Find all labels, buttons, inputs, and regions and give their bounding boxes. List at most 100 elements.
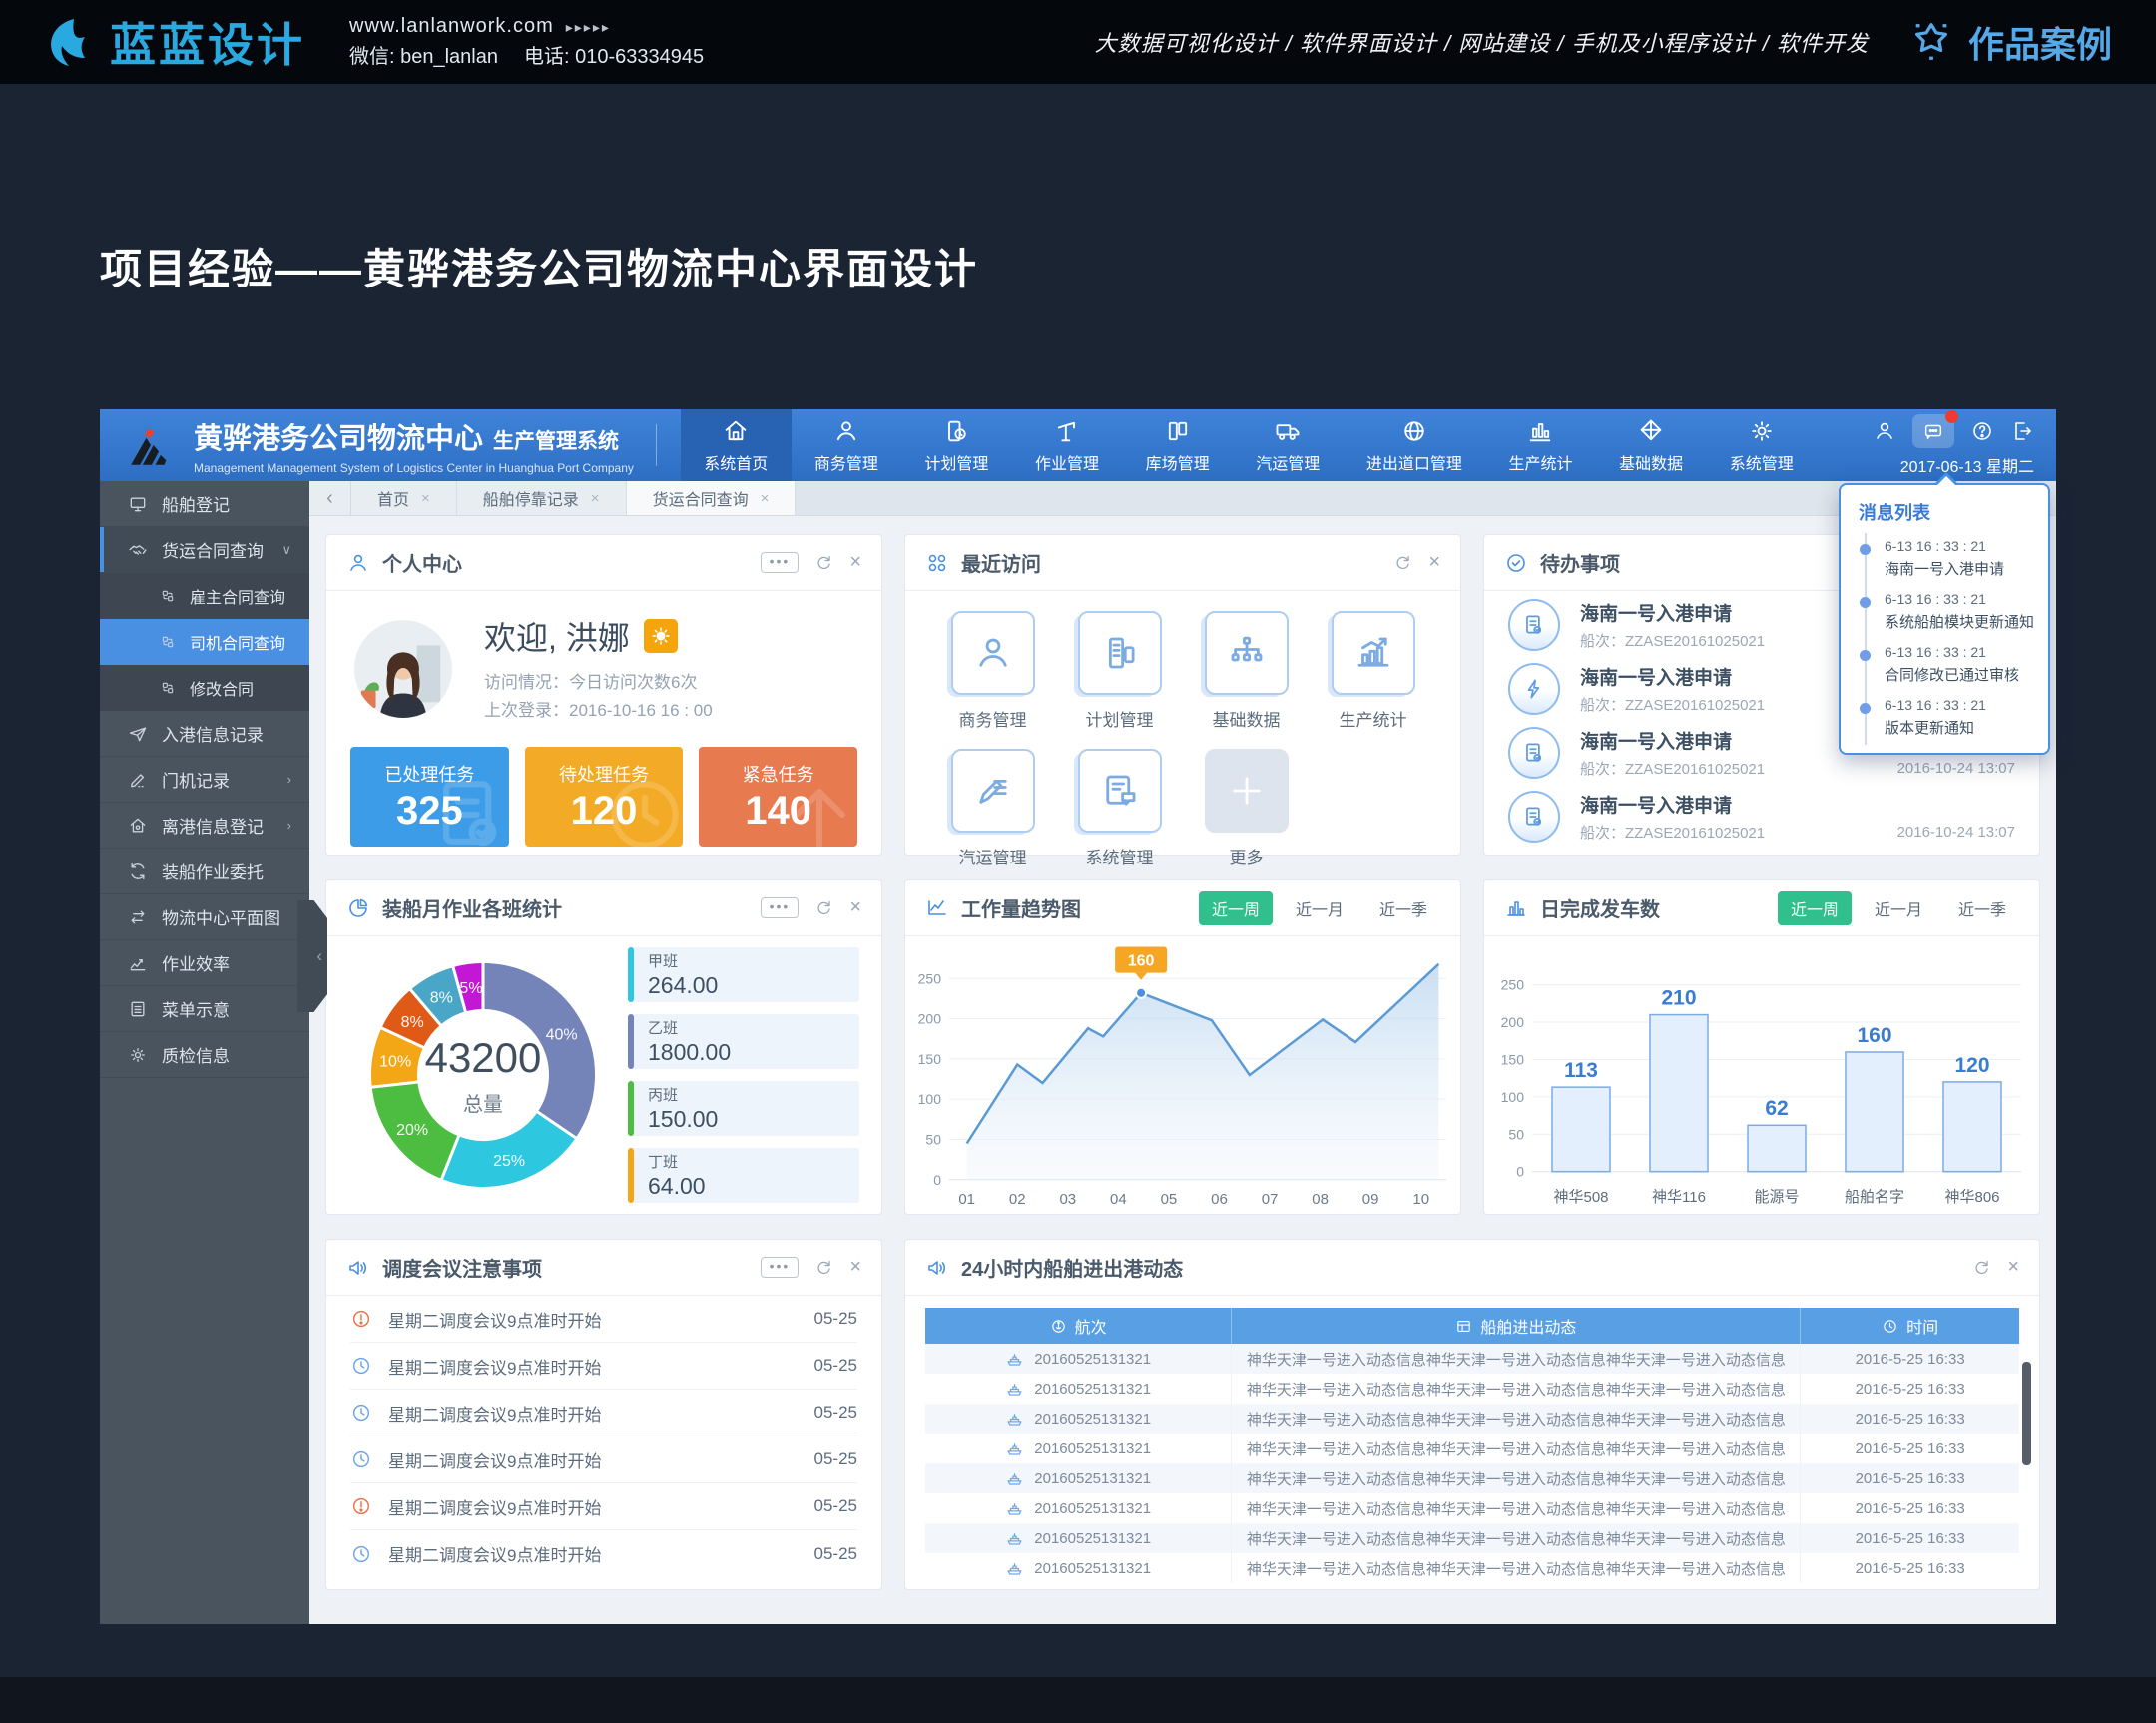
range-button[interactable]: 近一季 (1366, 891, 1440, 925)
table-row[interactable]: 20160525131321 神华天津一号进入动态信息神华天津一号进入动态信息神… (925, 1553, 2019, 1583)
sidebar-item[interactable]: 门机记录 › (100, 757, 309, 803)
message-item[interactable]: 6-13 16 : 33 : 21 版本更新通知 (1867, 692, 2034, 745)
range-button[interactable]: 近一周 (1199, 891, 1273, 925)
message-item[interactable]: 6-13 16 : 33 : 21 系统船舶模块更新通知 (1867, 586, 2034, 639)
close-button[interactable]: × (849, 1256, 861, 1279)
todo-item[interactable]: 海南一号入港申请 船次：ZZASE20161025021 2016-10-24 … (1508, 785, 2015, 849)
close-button[interactable]: × (1428, 551, 1440, 574)
sidebar-item[interactable]: 离港信息登记 › (100, 803, 309, 849)
portfolio-link[interactable]: 作品案例 (1908, 16, 2112, 68)
range-button[interactable]: 近一周 (1778, 891, 1852, 925)
shortcut-tile[interactable]: 基础数据 (1205, 611, 1289, 731)
stat-tile[interactable]: 已处理任务 325 (350, 747, 509, 847)
message-item[interactable]: 6-13 16 : 33 : 21 合同修改已通过审核 (1867, 639, 2034, 692)
range-button[interactable]: 近一季 (1945, 891, 2019, 925)
top-nav-item[interactable]: 进出道口管理 (1344, 409, 1486, 481)
person-icon (346, 551, 370, 575)
meeting-item[interactable]: 星期二调度会议9点准时开始 05-25 (350, 1296, 857, 1343)
user-icon[interactable] (1873, 419, 1896, 443)
svg-text:200: 200 (918, 1011, 942, 1027)
tab-back-button[interactable]: ‹ (309, 481, 351, 515)
stats-icon (1526, 417, 1554, 445)
stat-tile[interactable]: 紧急任务 140 (699, 747, 857, 847)
help-icon[interactable] (1970, 419, 1994, 443)
close-button[interactable]: × (849, 551, 861, 574)
table-row[interactable]: 20160525131321 神华天津一号进入动态信息神华天津一号进入动态信息神… (925, 1493, 2019, 1523)
table-row[interactable]: 20160525131321 神华天津一号进入动态信息神华天津一号进入动态信息神… (925, 1523, 2019, 1553)
tile-tree-icon (1226, 632, 1268, 674)
refresh-button[interactable] (814, 898, 833, 917)
shortcut-tile[interactable]: 汽运管理 (951, 749, 1035, 868)
sidebar-item[interactable]: 物流中心平面图 (100, 894, 309, 940)
sidebar-item[interactable]: 司机合同查询 (100, 619, 309, 665)
refresh-button[interactable] (1393, 553, 1412, 572)
refresh-button[interactable] (814, 553, 833, 572)
message-item[interactable]: 6-13 16 : 33 : 21 海南一号入港申请 (1867, 533, 2034, 586)
ship-icon (1005, 1499, 1024, 1518)
sidebar-item[interactable]: 入港信息记录 (100, 711, 309, 757)
range-button[interactable]: 近一月 (1862, 891, 1935, 925)
sidebar-item[interactable]: 货运合同查询 ∨ (100, 527, 309, 573)
top-nav-item[interactable]: 作业管理 (1012, 409, 1123, 481)
top-nav-item[interactable]: 系统管理 (1706, 409, 1817, 481)
table-row[interactable]: 20160525131321 神华天津一号进入动态信息神华天津一号进入动态信息神… (925, 1404, 2019, 1434)
sidebar-item[interactable]: 修改合同 (100, 665, 309, 711)
more-options-button[interactable]: ••• (761, 552, 800, 573)
meeting-item[interactable]: 星期二调度会议9点准时开始 05-25 (350, 1390, 857, 1436)
sidebar-item[interactable]: 雇主合同查询 (100, 573, 309, 619)
more-options-button[interactable]: ••• (761, 1257, 800, 1278)
sidebar-item[interactable]: 装船作业委托 (100, 849, 309, 894)
top-nav-item[interactable]: 汽运管理 (1233, 409, 1344, 481)
ship-dynamics-table: 航次 船舶进出动态 时间 20160525131321 神华天津一号进入动态信息… (925, 1308, 2019, 1583)
shortcut-tile[interactable]: 生产统计 (1332, 611, 1415, 731)
ship-icon (1005, 1380, 1024, 1399)
svg-text:船舶名字: 船舶名字 (1845, 1189, 1904, 1206)
top-nav-item[interactable]: 生产统计 (1485, 409, 1596, 481)
svg-text:0: 0 (933, 1172, 941, 1188)
sidebar-item[interactable]: 菜单示意 (100, 986, 309, 1032)
logout-icon[interactable] (2010, 419, 2034, 443)
stat-tile[interactable]: 待处理任务 120 (525, 747, 684, 847)
sidebar-collapse-handle[interactable]: ‹ (297, 900, 327, 1012)
top-nav-item[interactable]: 基础数据 (1596, 409, 1707, 481)
brand-site[interactable]: www.lanlanwork.com▸▸▸▸▸ (349, 11, 730, 42)
meeting-item[interactable]: 星期二调度会议9点准时开始 05-25 (350, 1436, 857, 1483)
top-nav-item[interactable]: 库场管理 (1122, 409, 1233, 481)
shortcut-tile[interactable]: 计划管理 (1078, 611, 1162, 731)
scrollbar-thumb[interactable] (2022, 1362, 2031, 1465)
top-nav-item[interactable]: 计划管理 (901, 409, 1012, 481)
table-row[interactable]: 20160525131321 神华天津一号进入动态信息神华天津一号进入动态信息神… (925, 1434, 2019, 1463)
meeting-item[interactable]: 星期二调度会议9点准时开始 05-25 (350, 1530, 857, 1577)
table-row[interactable]: 20160525131321 神华天津一号进入动态信息神华天津一号进入动态信息神… (925, 1344, 2019, 1374)
table-row[interactable]: 20160525131321 神华天津一号进入动态信息神华天津一号进入动态信息神… (925, 1374, 2019, 1404)
meeting-item[interactable]: 星期二调度会议9点准时开始 05-25 (350, 1343, 857, 1390)
house-icon (128, 816, 148, 836)
sidebar-item[interactable]: 质检信息 (100, 1032, 309, 1078)
close-button[interactable]: × (2007, 1256, 2019, 1279)
close-button[interactable]: × (849, 896, 861, 919)
shortcut-tile[interactable]: 系统管理 (1078, 749, 1162, 868)
more-options-button[interactable]: ••• (761, 897, 800, 918)
shortcut-tile[interactable]: 更多 (1205, 749, 1289, 868)
legend-item: 丙班 150.00 (628, 1081, 859, 1136)
shortcut-tile[interactable]: 商务管理 (951, 611, 1035, 731)
tab[interactable]: 首页 × (351, 481, 457, 515)
sidebar-item[interactable]: 作业效率 (100, 940, 309, 986)
close-icon[interactable]: × (421, 490, 430, 507)
refresh-button[interactable] (814, 1258, 833, 1277)
tab[interactable]: 船舶停靠记录 × (457, 481, 627, 515)
svg-text:120: 120 (1954, 1054, 1989, 1077)
range-button[interactable]: 近一月 (1283, 891, 1356, 925)
refresh-button[interactable] (1972, 1258, 1991, 1277)
popup-title: 消息列表 (1841, 497, 2048, 533)
meeting-item[interactable]: 星期二调度会议9点准时开始 05-25 (350, 1483, 857, 1530)
tab[interactable]: 货运合同查询 × (627, 481, 797, 515)
close-icon[interactable]: × (761, 490, 770, 507)
table-row[interactable]: 20160525131321 神华天津一号进入动态信息神华天津一号进入动态信息神… (925, 1463, 2019, 1493)
close-icon[interactable]: × (591, 490, 600, 507)
sidebar-item[interactable]: 船舶登记 (100, 481, 309, 527)
messages-button[interactable] (1912, 414, 1954, 448)
svg-text:250: 250 (1501, 977, 1525, 993)
top-nav-item[interactable]: 系统首页 (681, 409, 792, 481)
top-nav-item[interactable]: 商务管理 (792, 409, 902, 481)
